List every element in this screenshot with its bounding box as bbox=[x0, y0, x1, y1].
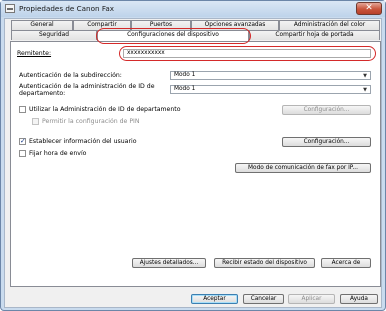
dept-admin-config-button[interactable]: Configuración... bbox=[282, 105, 371, 115]
help-button[interactable]: Ayuda bbox=[340, 294, 378, 304]
close-icon: ✕ bbox=[365, 3, 373, 13]
tab-sharing[interactable]: Compartir bbox=[73, 20, 131, 30]
tab-ports[interactable]: Puertos bbox=[131, 20, 191, 30]
subaddress-auth-select[interactable]: Modo 1 ▼ bbox=[170, 71, 371, 80]
subaddress-auth-label: Autenticación de la subdirección: bbox=[19, 72, 122, 79]
tab-color-management[interactable]: Administración del color bbox=[279, 20, 380, 30]
dept-auth-label-line1: Autenticación de la administración de ID… bbox=[19, 83, 155, 90]
detailed-settings-button[interactable]: Ajustes detallados... bbox=[132, 258, 206, 268]
dept-auth-label-line2: departamento: bbox=[19, 90, 66, 97]
tab-advanced[interactable]: Opciones avanzadas bbox=[191, 20, 279, 30]
about-button[interactable]: Acerca de bbox=[321, 258, 371, 268]
user-info-label: Establecer información del usuario bbox=[29, 138, 137, 145]
sender-input[interactable]: xxxxxxxxxxx bbox=[123, 49, 371, 58]
cancel-button[interactable]: Cancelar bbox=[243, 294, 284, 304]
dialog-client: General Compartir Puertos Opciones avanz… bbox=[4, 18, 382, 308]
dept-admin-label: Utilizar la Administración de ID de depa… bbox=[29, 106, 181, 113]
device-settings-panel: Remitente: xxxxxxxxxxx Autenticación de … bbox=[10, 41, 381, 287]
title-bar[interactable]: Propiedades de Canon Fax ✕ bbox=[1, 1, 385, 17]
allow-pin-checkbox[interactable] bbox=[32, 118, 39, 125]
ip-fax-mode-button[interactable]: Modo de comunicación de fax por IP... bbox=[235, 163, 371, 173]
tab-security[interactable]: Seguridad bbox=[11, 30, 97, 40]
checkmark-icon: ✓ bbox=[20, 137, 26, 145]
sender-label: Remitente: bbox=[17, 50, 52, 57]
user-info-checkbox[interactable]: ✓ bbox=[19, 138, 26, 145]
get-device-status-button[interactable]: Recibir estado del dispositivo bbox=[214, 258, 315, 268]
dept-auth-select[interactable]: Modo 1 ▼ bbox=[170, 85, 371, 94]
ok-button[interactable]: Aceptar bbox=[191, 294, 238, 304]
tab-device-settings[interactable]: Configuraciones del dispositivo bbox=[97, 30, 249, 41]
tab-cover-sheet-sharing[interactable]: Compartir hoja de portada bbox=[249, 30, 380, 40]
send-time-label: Fijar hora de envío bbox=[29, 150, 87, 157]
apply-button[interactable]: Aplicar bbox=[288, 294, 335, 304]
dept-admin-checkbox[interactable] bbox=[19, 106, 26, 113]
close-button[interactable]: ✕ bbox=[356, 2, 382, 15]
user-info-config-button[interactable]: Configuración... bbox=[282, 137, 371, 147]
tab-general[interactable]: General bbox=[11, 20, 73, 30]
properties-window: Propiedades de Canon Fax ✕ General Compa… bbox=[0, 0, 386, 311]
allow-pin-label: Permitir la configuración de PIN bbox=[42, 118, 140, 125]
send-time-checkbox[interactable] bbox=[19, 150, 26, 157]
fax-app-icon bbox=[5, 4, 15, 13]
window-title: Propiedades de Canon Fax bbox=[19, 4, 114, 13]
chevron-down-icon: ▼ bbox=[363, 73, 367, 79]
chevron-down-icon: ▼ bbox=[363, 87, 367, 93]
dept-auth-value: Modo 1 bbox=[174, 86, 196, 92]
subaddress-auth-value: Modo 1 bbox=[174, 72, 196, 78]
